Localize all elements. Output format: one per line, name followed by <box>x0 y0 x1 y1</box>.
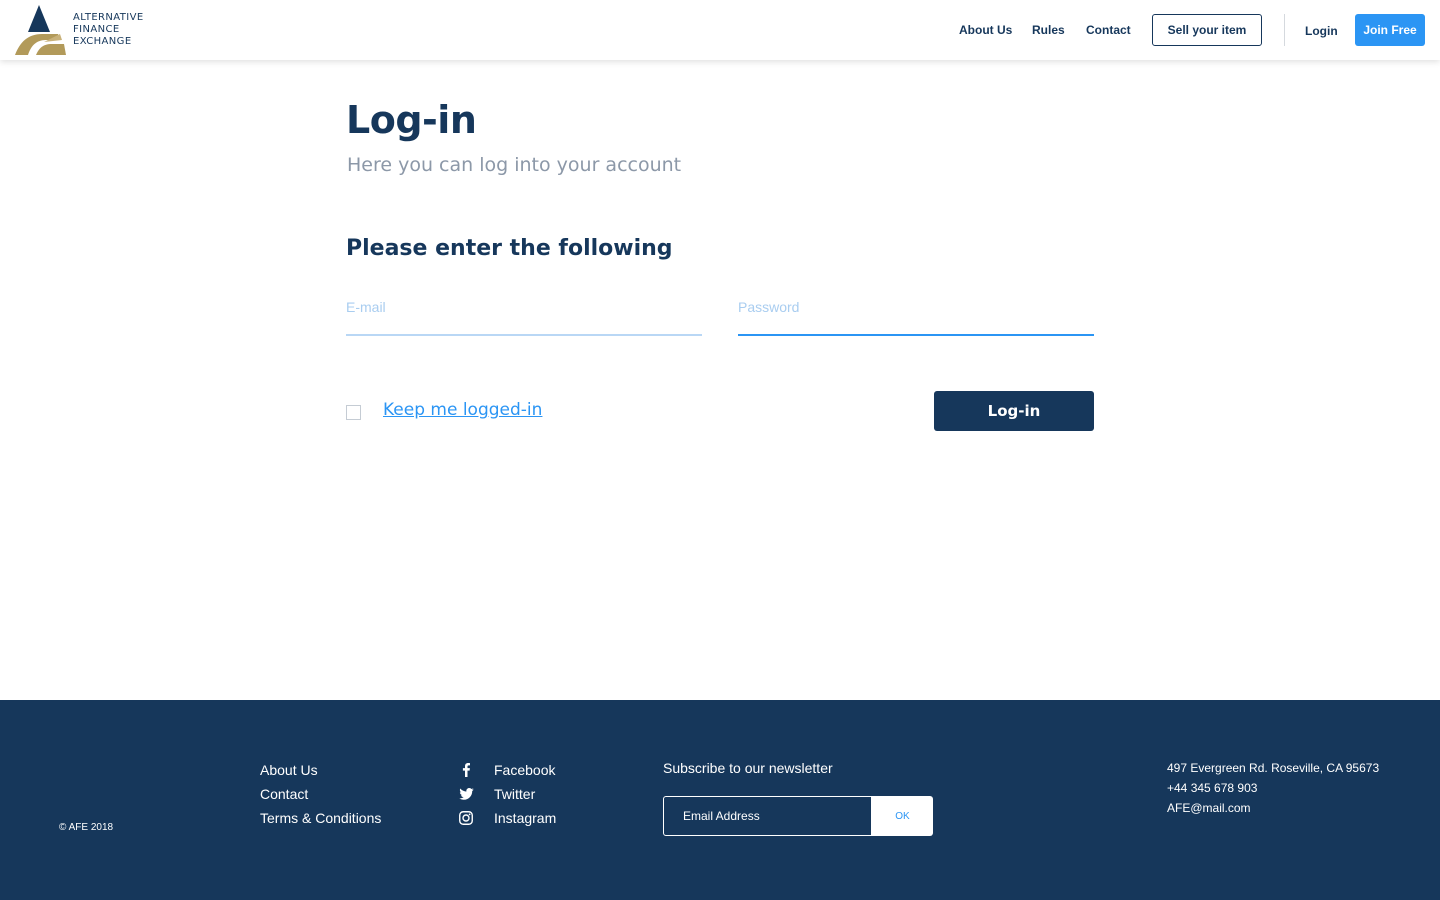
contact-address: 497 Evergreen Rd. Roseville, CA 95673 <box>1167 761 1380 775</box>
twitter-icon <box>458 786 474 802</box>
nav-contact-link[interactable]: Contact <box>1086 23 1131 37</box>
nav-rules-link[interactable]: Rules <box>1032 23 1065 37</box>
top-navigation-bar: ALTERNATIVE FINANCE EXCHANGE About Us Ru… <box>0 0 1440 60</box>
afe-logo[interactable]: ALTERNATIVE FINANCE EXCHANGE <box>14 4 154 56</box>
site-footer: © AFE 2018 About Us Contact Terms & Cond… <box>0 700 1440 900</box>
logo-wordmark: ALTERNATIVE FINANCE EXCHANGE <box>73 12 144 48</box>
copyright-text: © AFE 2018 <box>59 822 114 833</box>
footer-link-terms[interactable]: Terms & Conditions <box>260 806 381 830</box>
social-link-twitter[interactable]: Twitter <box>458 782 556 806</box>
password-field <box>738 290 1094 336</box>
footer-link-about-us[interactable]: About Us <box>260 758 381 782</box>
nav-login-link[interactable]: Login <box>1305 24 1338 38</box>
login-submit-button[interactable]: Log-in <box>934 391 1094 431</box>
social-label-instagram: Instagram <box>494 810 557 826</box>
form-heading: Please enter the following <box>346 236 673 261</box>
newsletter-form: OK <box>663 796 933 836</box>
contact-email[interactable]: AFE@mail.com <box>1167 798 1379 818</box>
keep-logged-in-checkbox[interactable] <box>346 405 361 420</box>
social-label-facebook: Facebook <box>494 762 556 778</box>
newsletter-title: Subscribe to our newsletter <box>663 760 833 776</box>
logo-mark-icon <box>15 5 66 55</box>
page-subtitle: Here you can log into your account <box>347 154 682 176</box>
social-label-twitter: Twitter <box>494 786 536 802</box>
newsletter-email-input[interactable] <box>663 796 872 836</box>
footer-links: About Us Contact Terms & Conditions <box>260 758 381 830</box>
contact-phone: +44 345 678 903 <box>1167 781 1258 795</box>
logo-line-2: FINANCE <box>73 24 120 35</box>
newsletter-ok-button[interactable]: OK <box>872 796 933 836</box>
nav-divider <box>1284 14 1285 46</box>
email-field <box>346 290 702 336</box>
sell-your-item-button[interactable]: Sell your item <box>1152 14 1262 46</box>
join-free-button[interactable]: Join Free <box>1355 14 1425 46</box>
page-title: Log-in <box>346 98 477 142</box>
footer-link-contact[interactable]: Contact <box>260 782 381 806</box>
social-link-instagram[interactable]: Instagram <box>458 806 556 830</box>
logo-line-1: ALTERNATIVE <box>73 12 144 23</box>
password-input[interactable] <box>738 290 1094 334</box>
social-link-facebook[interactable]: Facebook <box>458 758 556 782</box>
nav-about-us-link[interactable]: About Us <box>959 23 1012 37</box>
email-input[interactable] <box>346 290 702 334</box>
social-links: Facebook Twitter Instagram <box>458 758 556 830</box>
logo-line-3: EXCHANGE <box>73 36 132 47</box>
keep-logged-in-label[interactable]: Keep me logged-in <box>383 400 542 420</box>
contact-info: 497 Evergreen Rd. Roseville, CA 95673 +4… <box>1167 758 1379 818</box>
instagram-icon <box>458 810 474 826</box>
facebook-icon <box>458 762 474 778</box>
